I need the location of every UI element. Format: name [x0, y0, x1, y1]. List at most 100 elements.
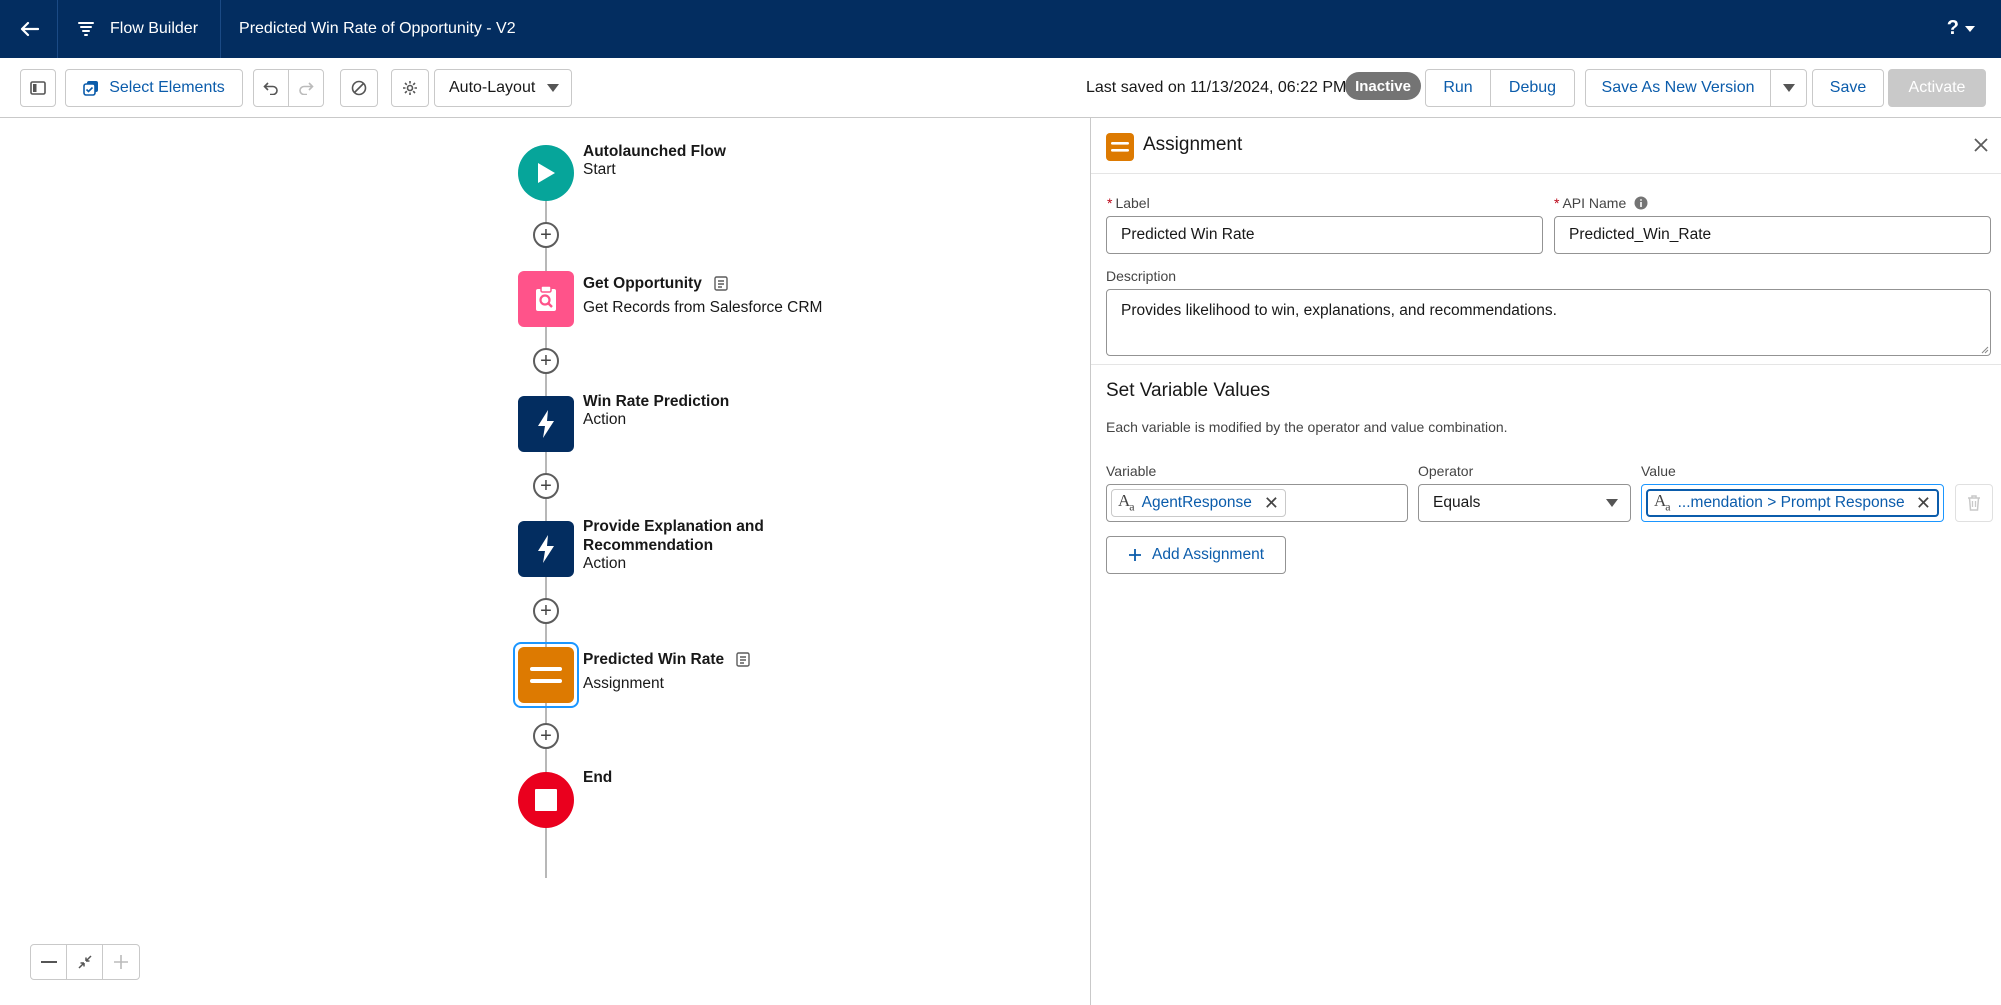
save-options-button[interactable]	[1770, 69, 1807, 107]
description-icon	[736, 652, 751, 668]
toggle-panel-button[interactable]	[20, 69, 56, 107]
undo-icon	[263, 82, 278, 95]
remove-pill-icon[interactable]: ✕	[1916, 493, 1931, 514]
flow-icon	[78, 22, 94, 36]
back-button[interactable]	[0, 0, 58, 58]
layout-select[interactable]: Auto-Layout	[434, 69, 572, 107]
chevron-down-icon	[547, 84, 559, 92]
save-button[interactable]: Save	[1812, 69, 1884, 107]
activate-button[interactable]: Activate	[1888, 69, 1986, 107]
node-title: Get Opportunity	[583, 274, 728, 293]
minus-icon	[40, 961, 57, 963]
panel-header: Assignment	[1091, 118, 2001, 174]
node-title: Predicted Win Rate	[583, 650, 751, 669]
assignment-icon	[530, 667, 562, 683]
operator-label: Operator	[1418, 463, 1474, 479]
arrow-left-icon	[20, 21, 39, 37]
label-input[interactable]: Predicted Win Rate	[1106, 216, 1543, 254]
add-element-button[interactable]: +	[533, 723, 559, 749]
add-element-button[interactable]: +	[533, 473, 559, 499]
operator-select[interactable]: Equals	[1418, 484, 1631, 522]
gear-icon	[403, 81, 417, 95]
chevron-down-icon	[1965, 25, 1975, 32]
info-icon[interactable]	[1634, 196, 1648, 210]
last-saved-text: Last saved on 11/13/2024, 06:22 PM	[1086, 79, 1347, 96]
run-button[interactable]: Run	[1425, 69, 1491, 107]
plus-icon	[1128, 549, 1141, 561]
select-elements-button[interactable]: Select Elements	[65, 69, 243, 107]
add-assignment-button[interactable]: Add Assignment	[1106, 536, 1286, 574]
text-type-icon: Aa	[1654, 491, 1671, 514]
description-icon	[714, 276, 728, 292]
settings-button[interactable]	[391, 69, 429, 107]
app-name: Flow Builder	[110, 20, 199, 37]
description-textarea[interactable]: Provides likelihood to win, explanations…	[1106, 289, 1991, 356]
node-title: Provide Explanation and Recommendation	[583, 518, 764, 554]
action-node[interactable]	[518, 521, 574, 577]
contract-icon	[77, 955, 92, 969]
end-node	[518, 772, 574, 828]
delete-row-button[interactable]	[1955, 484, 1993, 522]
start-node[interactable]	[518, 145, 574, 201]
api-name-field-label: * API Name	[1554, 195, 1648, 211]
flow-title: Predicted Win Rate of Opportunity - V2	[239, 20, 516, 37]
trash-icon	[1968, 495, 1980, 511]
chevron-down-icon	[1606, 499, 1618, 507]
redo-button[interactable]	[288, 69, 324, 107]
undo-button[interactable]	[253, 69, 289, 107]
flow-canvas[interactable]: Autolaunched Flow Start + Get Opportunit…	[0, 118, 1090, 1005]
assignment-icon	[1106, 133, 1134, 161]
add-element-button[interactable]: +	[533, 222, 559, 248]
section-description: Each variable is modified by the operato…	[1106, 419, 1508, 435]
record-lookup-icon	[536, 285, 556, 311]
panel-title: Assignment	[1143, 134, 1243, 155]
toolbar: Select Elements Auto-Layout Last saved o…	[0, 58, 2001, 118]
property-editor-panel: Assignment * Label Predicted Win Rate * AP…	[1090, 118, 2001, 1005]
debug-button[interactable]: Debug	[1490, 69, 1575, 107]
variable-pill[interactable]: Aa AgentResponse ✕	[1111, 489, 1287, 517]
variable-input[interactable]: Aa AgentResponse ✕	[1106, 484, 1408, 522]
description-field-label: Description	[1106, 268, 1177, 284]
ban-icon	[351, 80, 367, 96]
api-name-input[interactable]: Predicted_Win_Rate	[1554, 216, 1991, 254]
global-header: Flow Builder Predicted Win Rate of Oppor…	[0, 0, 2001, 58]
value-input[interactable]: Aa ...mendation > Prompt Response ✕	[1641, 484, 1944, 522]
node-title: End	[583, 769, 613, 786]
lightning-icon	[538, 410, 554, 438]
resize-handle-icon[interactable]	[1981, 346, 1989, 354]
close-icon	[1974, 138, 1988, 152]
save-as-new-version-button[interactable]: Save As New Version	[1585, 69, 1771, 107]
plus-icon	[114, 955, 128, 969]
select-elements-icon	[83, 81, 99, 96]
node-subtitle: Action	[583, 555, 627, 572]
zoom-out-button[interactable]	[31, 945, 67, 979]
get-records-node[interactable]	[518, 271, 574, 327]
value-label: Value	[1641, 463, 1676, 479]
errors-button[interactable]	[340, 69, 378, 107]
node-subtitle: Get Records from Salesforce CRM	[583, 299, 823, 316]
chevron-down-icon	[1782, 84, 1795, 92]
add-element-button[interactable]: +	[533, 598, 559, 624]
stop-icon	[535, 789, 557, 811]
lightning-icon	[538, 535, 554, 563]
node-subtitle: Action	[583, 411, 627, 428]
action-node[interactable]	[518, 396, 574, 452]
play-icon	[538, 163, 555, 183]
node-subtitle: Start	[583, 161, 616, 178]
variable-label: Variable	[1106, 463, 1157, 479]
text-type-icon: Aa	[1118, 491, 1135, 514]
value-pill[interactable]: Aa ...mendation > Prompt Response ✕	[1646, 489, 1939, 517]
assignment-node[interactable]	[518, 647, 574, 703]
label-field-label: * Label	[1107, 195, 1150, 211]
node-subtitle: Assignment	[583, 675, 664, 692]
close-panel-button[interactable]	[1974, 132, 1988, 158]
panel-left-icon	[30, 81, 46, 95]
node-title: Autolaunched Flow	[583, 143, 726, 160]
help-menu-button[interactable]: ?	[1947, 17, 1975, 40]
remove-pill-icon[interactable]: ✕	[1264, 493, 1279, 514]
fit-view-button[interactable]	[67, 945, 103, 979]
zoom-in-button[interactable]	[103, 945, 139, 979]
redo-icon	[299, 82, 314, 95]
add-element-button[interactable]: +	[533, 348, 559, 374]
zoom-controls	[30, 944, 140, 980]
